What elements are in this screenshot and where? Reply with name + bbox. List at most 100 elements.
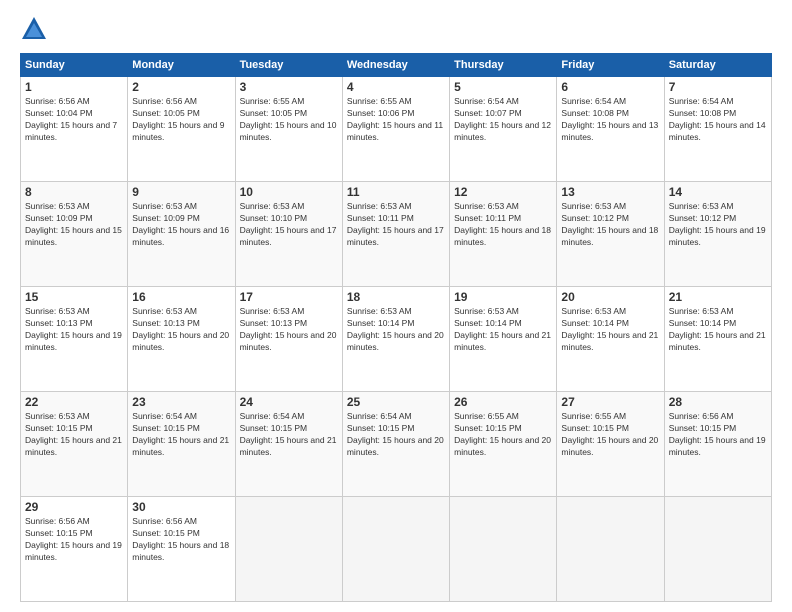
day-info: Sunrise: 6:56 AMSunset: 10:05 PMDaylight… bbox=[132, 96, 230, 144]
calendar-cell: 5 Sunrise: 6:54 AMSunset: 10:07 PMDayligh… bbox=[450, 77, 557, 182]
calendar-cell: 6 Sunrise: 6:54 AMSunset: 10:08 PMDayligh… bbox=[557, 77, 664, 182]
day-info: Sunrise: 6:55 AMSunset: 10:15 PMDaylight… bbox=[454, 411, 552, 459]
day-info: Sunrise: 6:54 AMSunset: 10:15 PMDaylight… bbox=[240, 411, 338, 459]
weekday-header-saturday: Saturday bbox=[664, 54, 771, 77]
day-number: 4 bbox=[347, 80, 445, 94]
day-info: Sunrise: 6:53 AMSunset: 10:09 PMDaylight… bbox=[25, 201, 123, 249]
day-info: Sunrise: 6:53 AMSunset: 10:12 PMDaylight… bbox=[561, 201, 659, 249]
day-number: 9 bbox=[132, 185, 230, 199]
calendar-week-row: 29 Sunrise: 6:56 AMSunset: 10:15 PMDaylig… bbox=[21, 497, 772, 602]
calendar-cell bbox=[342, 497, 449, 602]
calendar-cell: 22 Sunrise: 6:53 AMSunset: 10:15 PMDaylig… bbox=[21, 392, 128, 497]
calendar-cell: 25 Sunrise: 6:54 AMSunset: 10:15 PMDaylig… bbox=[342, 392, 449, 497]
day-info: Sunrise: 6:53 AMSunset: 10:09 PMDaylight… bbox=[132, 201, 230, 249]
day-info: Sunrise: 6:55 AMSunset: 10:05 PMDaylight… bbox=[240, 96, 338, 144]
day-info: Sunrise: 6:56 AMSunset: 10:15 PMDaylight… bbox=[132, 516, 230, 564]
day-info: Sunrise: 6:54 AMSunset: 10:15 PMDaylight… bbox=[132, 411, 230, 459]
day-number: 10 bbox=[240, 185, 338, 199]
calendar-cell: 26 Sunrise: 6:55 AMSunset: 10:15 PMDaylig… bbox=[450, 392, 557, 497]
calendar-cell: 20 Sunrise: 6:53 AMSunset: 10:14 PMDaylig… bbox=[557, 287, 664, 392]
day-number: 19 bbox=[454, 290, 552, 304]
calendar-cell: 11 Sunrise: 6:53 AMSunset: 10:11 PMDaylig… bbox=[342, 182, 449, 287]
logo bbox=[20, 15, 54, 43]
day-info: Sunrise: 6:56 AMSunset: 10:15 PMDaylight… bbox=[669, 411, 767, 459]
calendar-table: SundayMondayTuesdayWednesdayThursdayFrid… bbox=[20, 53, 772, 602]
day-number: 23 bbox=[132, 395, 230, 409]
day-info: Sunrise: 6:53 AMSunset: 10:14 PMDaylight… bbox=[454, 306, 552, 354]
calendar-cell: 18 Sunrise: 6:53 AMSunset: 10:14 PMDaylig… bbox=[342, 287, 449, 392]
day-info: Sunrise: 6:53 AMSunset: 10:14 PMDaylight… bbox=[347, 306, 445, 354]
calendar-cell bbox=[235, 497, 342, 602]
calendar-cell: 15 Sunrise: 6:53 AMSunset: 10:13 PMDaylig… bbox=[21, 287, 128, 392]
day-number: 1 bbox=[25, 80, 123, 94]
day-number: 28 bbox=[669, 395, 767, 409]
calendar-cell: 2Sunrise: 6:56 AMSunset: 10:05 PMDayligh… bbox=[128, 77, 235, 182]
calendar-cell bbox=[450, 497, 557, 602]
day-number: 26 bbox=[454, 395, 552, 409]
day-number: 8 bbox=[25, 185, 123, 199]
day-info: Sunrise: 6:54 AMSunset: 10:07 PMDaylight… bbox=[454, 96, 552, 144]
calendar-cell: 12Sunrise: 6:53 AMSunset: 10:11 PMDaylig… bbox=[450, 182, 557, 287]
day-number: 16 bbox=[132, 290, 230, 304]
day-info: Sunrise: 6:54 AMSunset: 10:08 PMDaylight… bbox=[561, 96, 659, 144]
day-number: 21 bbox=[669, 290, 767, 304]
calendar-cell: 21 Sunrise: 6:53 AMSunset: 10:14 PMDaylig… bbox=[664, 287, 771, 392]
day-info: Sunrise: 6:53 AMSunset: 10:14 PMDaylight… bbox=[669, 306, 767, 354]
calendar-cell: 10 Sunrise: 6:53 AMSunset: 10:10 PMDaylig… bbox=[235, 182, 342, 287]
day-number: 24 bbox=[240, 395, 338, 409]
day-info: Sunrise: 6:53 AMSunset: 10:10 PMDaylight… bbox=[240, 201, 338, 249]
calendar-cell: 24 Sunrise: 6:54 AMSunset: 10:15 PMDaylig… bbox=[235, 392, 342, 497]
calendar-cell: 17 Sunrise: 6:53 AMSunset: 10:13 PMDaylig… bbox=[235, 287, 342, 392]
weekday-header-thursday: Thursday bbox=[450, 54, 557, 77]
day-info: Sunrise: 6:53 AMSunset: 10:11 PMDaylight… bbox=[347, 201, 445, 249]
day-info: Sunrise: 6:55 AMSunset: 10:15 PMDaylight… bbox=[561, 411, 659, 459]
day-number: 14 bbox=[669, 185, 767, 199]
calendar-page: SundayMondayTuesdayWednesdayThursdayFrid… bbox=[0, 0, 792, 612]
header bbox=[20, 15, 772, 43]
calendar-cell: 4Sunrise: 6:55 AMSunset: 10:06 PMDayligh… bbox=[342, 77, 449, 182]
calendar-cell: 13 Sunrise: 6:53 AMSunset: 10:12 PMDaylig… bbox=[557, 182, 664, 287]
day-number: 12 bbox=[454, 185, 552, 199]
logo-icon bbox=[20, 15, 48, 43]
calendar-week-row: 8 Sunrise: 6:53 AMSunset: 10:09 PMDayligh… bbox=[21, 182, 772, 287]
calendar-cell: 23 Sunrise: 6:54 AMSunset: 10:15 PMDaylig… bbox=[128, 392, 235, 497]
day-info: Sunrise: 6:53 AMSunset: 10:14 PMDaylight… bbox=[561, 306, 659, 354]
calendar-cell: 19 Sunrise: 6:53 AMSunset: 10:14 PMDaylig… bbox=[450, 287, 557, 392]
calendar-cell: 14 Sunrise: 6:53 AMSunset: 10:12 PMDaylig… bbox=[664, 182, 771, 287]
calendar-cell: 27Sunrise: 6:55 AMSunset: 10:15 PMDaylig… bbox=[557, 392, 664, 497]
day-number: 20 bbox=[561, 290, 659, 304]
weekday-header-wednesday: Wednesday bbox=[342, 54, 449, 77]
day-number: 15 bbox=[25, 290, 123, 304]
weekday-header-tuesday: Tuesday bbox=[235, 54, 342, 77]
day-info: Sunrise: 6:53 AMSunset: 10:12 PMDaylight… bbox=[669, 201, 767, 249]
day-info: Sunrise: 6:56 AMSunset: 10:15 PMDaylight… bbox=[25, 516, 123, 564]
calendar-week-row: 1Sunrise: 6:56 AMSunset: 10:04 PMDayligh… bbox=[21, 77, 772, 182]
calendar-cell: 7Sunrise: 6:54 AMSunset: 10:08 PMDayligh… bbox=[664, 77, 771, 182]
day-info: Sunrise: 6:53 AMSunset: 10:13 PMDaylight… bbox=[240, 306, 338, 354]
day-number: 5 bbox=[454, 80, 552, 94]
day-info: Sunrise: 6:53 AMSunset: 10:13 PMDaylight… bbox=[132, 306, 230, 354]
day-number: 17 bbox=[240, 290, 338, 304]
day-info: Sunrise: 6:54 AMSunset: 10:08 PMDaylight… bbox=[669, 96, 767, 144]
weekday-header-row: SundayMondayTuesdayWednesdayThursdayFrid… bbox=[21, 54, 772, 77]
weekday-header-friday: Friday bbox=[557, 54, 664, 77]
day-number: 18 bbox=[347, 290, 445, 304]
day-info: Sunrise: 6:53 AMSunset: 10:15 PMDaylight… bbox=[25, 411, 123, 459]
day-number: 22 bbox=[25, 395, 123, 409]
day-number: 13 bbox=[561, 185, 659, 199]
day-number: 3 bbox=[240, 80, 338, 94]
calendar-cell: 3 Sunrise: 6:55 AMSunset: 10:05 PMDayligh… bbox=[235, 77, 342, 182]
day-number: 29 bbox=[25, 500, 123, 514]
day-info: Sunrise: 6:54 AMSunset: 10:15 PMDaylight… bbox=[347, 411, 445, 459]
day-info: Sunrise: 6:53 AMSunset: 10:13 PMDaylight… bbox=[25, 306, 123, 354]
weekday-header-sunday: Sunday bbox=[21, 54, 128, 77]
calendar-cell: 16 Sunrise: 6:53 AMSunset: 10:13 PMDaylig… bbox=[128, 287, 235, 392]
weekday-header-monday: Monday bbox=[128, 54, 235, 77]
calendar-cell: 29 Sunrise: 6:56 AMSunset: 10:15 PMDaylig… bbox=[21, 497, 128, 602]
day-number: 11 bbox=[347, 185, 445, 199]
day-number: 6 bbox=[561, 80, 659, 94]
calendar-cell: 9 Sunrise: 6:53 AMSunset: 10:09 PMDayligh… bbox=[128, 182, 235, 287]
day-number: 25 bbox=[347, 395, 445, 409]
calendar-cell: 8 Sunrise: 6:53 AMSunset: 10:09 PMDayligh… bbox=[21, 182, 128, 287]
calendar-cell bbox=[664, 497, 771, 602]
